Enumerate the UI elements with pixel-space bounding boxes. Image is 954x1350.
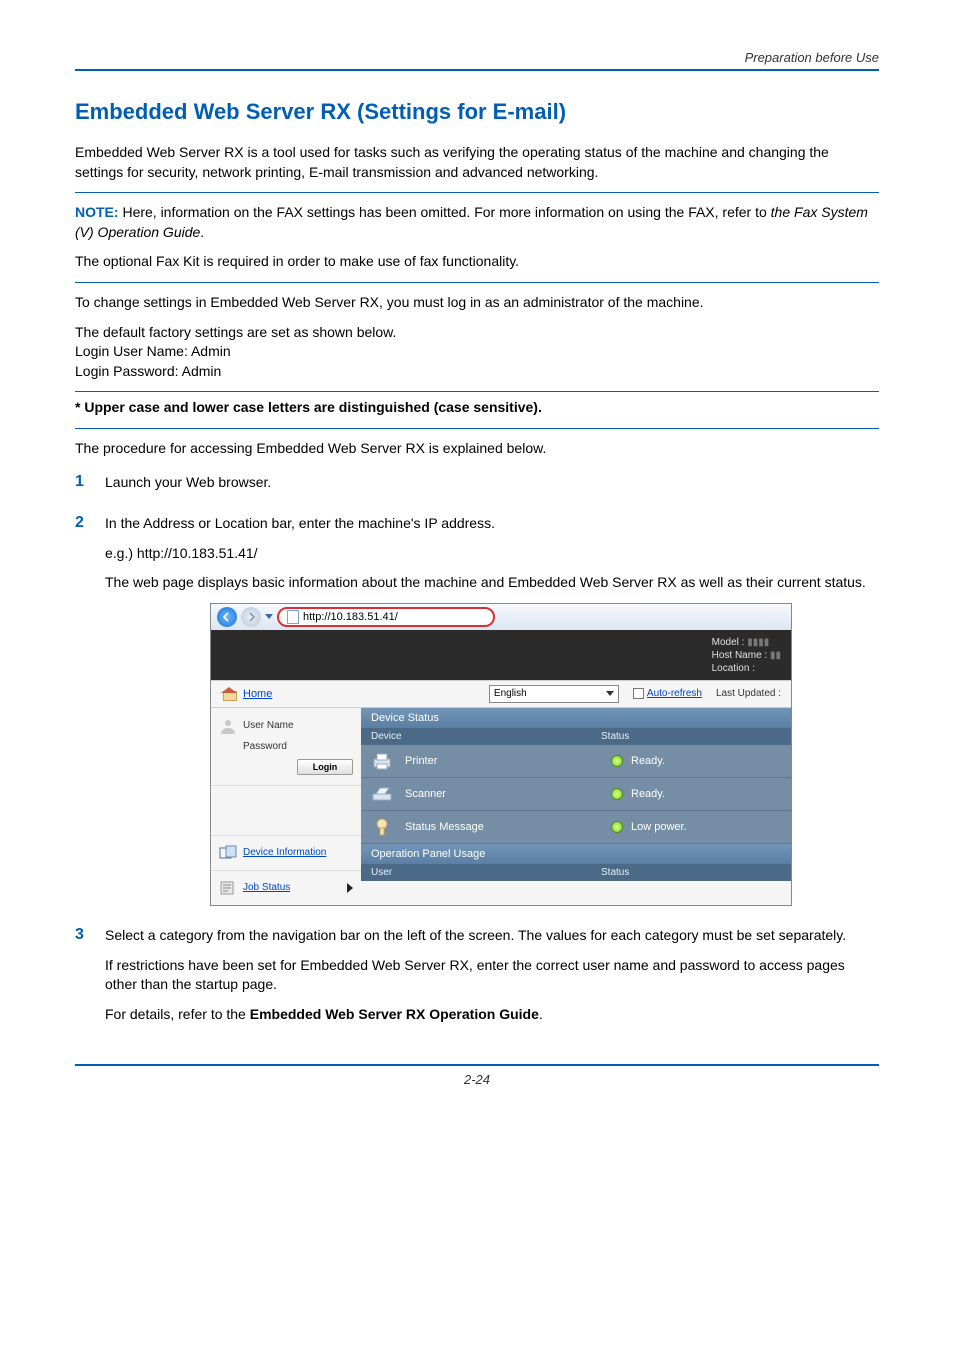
page-icon: [287, 610, 299, 624]
divider: [75, 428, 879, 429]
footer-divider: [75, 1064, 879, 1066]
divider: [75, 192, 879, 193]
login-button[interactable]: Login: [297, 759, 353, 775]
device-status-header: Device Status: [361, 708, 791, 728]
step-number: 3: [75, 926, 105, 1034]
step-text: Select a category from the navigation ba…: [105, 926, 879, 946]
step-3: 3 Select a category from the navigation …: [75, 926, 879, 1034]
default-intro: The default factory settings are set as …: [75, 323, 879, 343]
username-label: User Name: [243, 720, 294, 731]
forward-button[interactable]: [241, 607, 261, 627]
step-2: 2 In the Address or Location bar, enter …: [75, 514, 879, 914]
browser-toolbar: http://10.183.51.41/: [211, 604, 791, 630]
table-header: User Status: [361, 864, 791, 881]
status-indicator-icon: [611, 755, 623, 767]
status-indicator-icon: [611, 788, 623, 800]
step-text: In the Address or Location bar, enter th…: [105, 514, 879, 534]
home-link[interactable]: Home: [243, 688, 272, 700]
step-number: 1: [75, 473, 105, 503]
page-number: 2-24: [75, 1072, 879, 1087]
device-info-bar: Model : ▮▮▮▮ Host Name : ▮▮ Location :: [211, 630, 791, 680]
device-info-icon: [219, 845, 237, 861]
history-dropdown-icon[interactable]: [265, 614, 273, 619]
home-bar: Home English Auto-refresh Last Updated :: [211, 680, 791, 708]
status-indicator-icon: [611, 821, 623, 833]
language-select[interactable]: English: [489, 685, 619, 703]
page-title: Embedded Web Server RX (Settings for E-m…: [75, 99, 879, 125]
table-header: Device Status: [361, 728, 791, 745]
intro-paragraph: Embedded Web Server RX is a tool used fo…: [75, 143, 879, 182]
case-sensitive-note: * Upper case and lower case letters are …: [75, 398, 879, 418]
page-header: Preparation before Use: [75, 50, 879, 71]
step-desc: The web page displays basic information …: [105, 573, 879, 593]
status-row-message: Status Message Low power.: [361, 811, 791, 844]
divider: [75, 282, 879, 283]
job-status-icon: [219, 880, 237, 896]
status-row-scanner: Scanner Ready.: [361, 778, 791, 811]
checkbox-icon[interactable]: [633, 688, 644, 699]
auto-refresh[interactable]: Auto-refresh: [619, 688, 716, 699]
address-bar[interactable]: http://10.183.51.41/: [277, 607, 495, 627]
last-updated: Last Updated :: [716, 688, 791, 699]
url-text: http://10.183.51.41/: [303, 611, 398, 623]
scanner-icon: [371, 784, 393, 804]
step-restriction: If restrictions have been set for Embedd…: [105, 956, 879, 995]
step-text: Launch your Web browser.: [105, 473, 879, 493]
device-information-link[interactable]: Device Information: [243, 847, 326, 858]
procedure-intro: The procedure for accessing Embedded Web…: [75, 439, 879, 459]
printer-icon: [371, 751, 393, 771]
back-button[interactable]: [217, 607, 237, 627]
login-pass: Login Password: Admin: [75, 362, 879, 382]
user-icon: [219, 717, 237, 735]
login-intro: To change settings in Embedded Web Serve…: [75, 293, 879, 313]
operation-panel-header: Operation Panel Usage: [361, 844, 791, 864]
job-status-link[interactable]: Job Status: [243, 882, 290, 893]
embedded-screenshot: http://10.183.51.41/ Model : ▮▮▮▮ Host N…: [210, 603, 792, 906]
chevron-right-icon: [347, 883, 353, 893]
step-1: 1 Launch your Web browser.: [75, 473, 879, 503]
note-label: NOTE:: [75, 204, 119, 220]
login-user: Login User Name: Admin: [75, 342, 879, 362]
status-message-icon: [371, 817, 393, 837]
sidebar: User Name Password Login: [211, 708, 361, 905]
status-row-printer: Printer Ready.: [361, 745, 791, 778]
note-paragraph: NOTE: Here, information on the FAX setti…: [75, 203, 879, 242]
home-icon: [221, 687, 237, 701]
password-label: Password: [243, 741, 287, 752]
divider: [75, 391, 879, 392]
step-example: e.g.) http://10.183.51.41/: [105, 544, 879, 564]
note-line2: The optional Fax Kit is required in orde…: [75, 252, 879, 272]
main-panel: Device Status Device Status Printer Re: [361, 708, 791, 905]
step-number: 2: [75, 514, 105, 914]
step-detail: For details, refer to the Embedded Web S…: [105, 1005, 879, 1025]
chevron-down-icon: [606, 691, 614, 696]
